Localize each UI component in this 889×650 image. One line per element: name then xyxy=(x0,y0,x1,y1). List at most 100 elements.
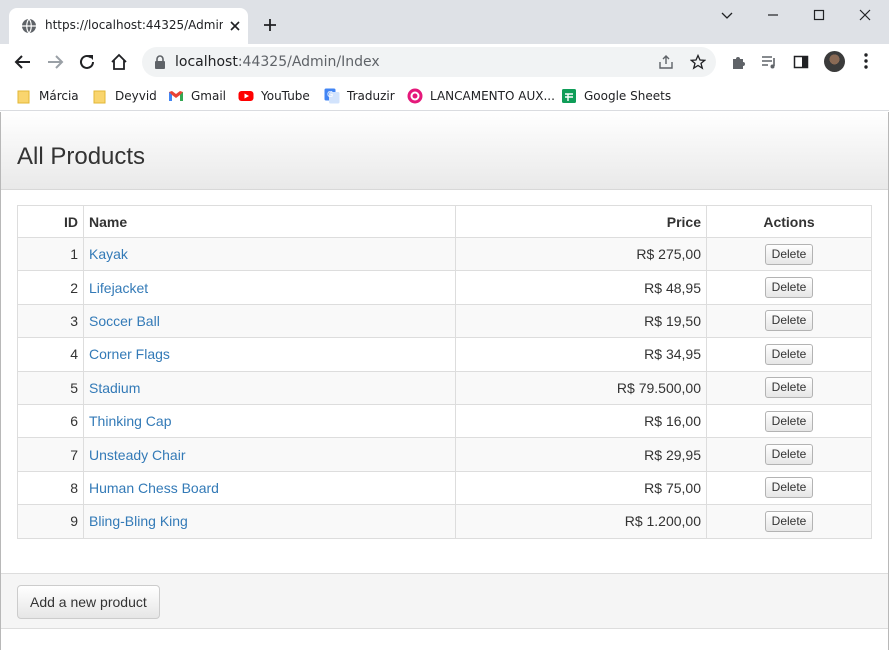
minimize-button[interactable] xyxy=(750,0,796,30)
product-id: 6 xyxy=(17,403,84,439)
product-name-link[interactable]: Kayak xyxy=(89,246,128,262)
bookmark-label: Gmail xyxy=(191,89,227,103)
product-name-link[interactable]: Stadium xyxy=(89,380,140,396)
product-name-link[interactable]: Lifejacket xyxy=(89,280,148,296)
home-icon[interactable] xyxy=(108,51,130,73)
maximize-button[interactable] xyxy=(796,0,842,30)
close-tab-icon[interactable] xyxy=(227,18,243,34)
product-price: R$ 275,00 xyxy=(455,236,707,272)
delete-button[interactable]: Delete xyxy=(764,377,814,399)
window-border xyxy=(0,112,1,650)
bookmark-traduzir[interactable]: G Traduzir xyxy=(324,85,395,107)
bookmark-marcia[interactable]: Márcia xyxy=(16,85,79,107)
product-name-link[interactable]: Thinking Cap xyxy=(89,413,172,429)
header-price: Price xyxy=(455,205,707,238)
bookmark-gmail[interactable]: Gmail xyxy=(168,85,226,107)
product-price: R$ 34,95 xyxy=(455,337,707,372)
bookmark-label: Márcia xyxy=(39,89,79,103)
bookmarks-bar: Márcia Deyvid Gmail YouTube G Traduzir L… xyxy=(0,80,889,111)
profile-avatar[interactable] xyxy=(824,51,845,72)
tab-search-button[interactable] xyxy=(704,0,750,30)
table-header-row: ID Name Price Actions xyxy=(17,205,872,238)
bookmark-label: YouTube xyxy=(261,89,310,103)
header-actions: Actions xyxy=(706,205,872,238)
table-row: 7 Unsteady Chair R$ 29,95 Delete xyxy=(17,437,872,472)
table-row: 2 Lifejacket R$ 48,95 Delete xyxy=(17,270,872,305)
product-id: 9 xyxy=(17,504,84,539)
bookmark-label: LANCAMENTO AUX... xyxy=(430,89,555,103)
sheets-icon xyxy=(562,89,576,103)
folder-icon xyxy=(17,90,30,104)
media-control-icon[interactable] xyxy=(761,54,777,70)
product-price: R$ 19,50 xyxy=(455,303,707,339)
back-icon[interactable] xyxy=(12,51,34,73)
extensions-icon[interactable] xyxy=(730,54,746,70)
bookmark-lancamento[interactable]: LANCAMENTO AUX... xyxy=(407,85,555,107)
product-id: 3 xyxy=(17,303,84,339)
product-name-link[interactable]: Bling-Bling King xyxy=(89,513,188,529)
table-row: 6 Thinking Cap R$ 16,00 Delete xyxy=(17,403,872,439)
translate-icon: G xyxy=(324,88,340,104)
share-icon[interactable] xyxy=(658,54,674,70)
product-id: 4 xyxy=(17,337,84,372)
bookmark-deyvid[interactable]: Deyvid xyxy=(92,85,157,107)
globe-icon xyxy=(22,18,36,34)
more-menu-icon[interactable] xyxy=(864,52,868,70)
bookmark-star-icon[interactable] xyxy=(690,54,706,70)
folder-icon xyxy=(93,90,106,104)
new-tab-icon[interactable] xyxy=(262,17,278,33)
add-product-button[interactable]: Add a new product xyxy=(17,585,160,619)
bookmark-google-sheets[interactable]: Google Sheets xyxy=(561,85,671,107)
lock-icon[interactable] xyxy=(154,55,166,69)
delete-button[interactable]: Delete xyxy=(764,277,814,299)
bookmark-label: Google Sheets xyxy=(584,89,672,103)
reload-icon[interactable] xyxy=(76,51,98,73)
close-window-button[interactable] xyxy=(842,0,888,30)
app-icon xyxy=(407,88,423,104)
address-bar[interactable]: localhost:44325/Admin/Index xyxy=(142,47,716,77)
header-name: Name xyxy=(83,205,456,238)
product-name-link[interactable]: Soccer Ball xyxy=(89,313,160,329)
product-id: 1 xyxy=(17,236,84,272)
forward-icon[interactable] xyxy=(44,51,66,73)
delete-button[interactable]: Delete xyxy=(764,510,814,532)
bookmark-label: Traduzir xyxy=(347,89,395,103)
product-price: R$ 75,00 xyxy=(455,470,707,506)
bookmark-youtube[interactable]: YouTube xyxy=(238,85,310,107)
table-row: 5 Stadium R$ 79.500,00 Delete xyxy=(17,370,872,405)
product-name-link[interactable]: Human Chess Board xyxy=(89,480,219,496)
side-panel-icon[interactable] xyxy=(793,54,809,70)
delete-button[interactable]: Delete xyxy=(764,477,814,499)
url-path: :44325/Admin/Index xyxy=(237,54,380,70)
product-name-link[interactable]: Corner Flags xyxy=(89,346,170,362)
page-header: All Products xyxy=(1,112,888,190)
page-title: All Products xyxy=(17,143,146,170)
close-icon xyxy=(859,9,871,21)
table-row: 1 Kayak R$ 275,00 Delete xyxy=(17,236,872,272)
browser-toolbar: localhost:44325/Admin/Index xyxy=(0,44,889,80)
delete-button[interactable]: Delete xyxy=(764,343,814,365)
table-row: 8 Human Chess Board R$ 75,00 Delete xyxy=(17,470,872,506)
product-id: 8 xyxy=(17,470,84,506)
youtube-icon xyxy=(238,91,254,101)
gmail-icon xyxy=(169,91,183,101)
product-price: R$ 79.500,00 xyxy=(455,370,707,405)
url-text: localhost:44325/Admin/Index xyxy=(175,54,380,70)
product-price: R$ 1.200,00 xyxy=(455,504,707,539)
product-price: R$ 16,00 xyxy=(455,403,707,439)
product-price: R$ 29,95 xyxy=(455,437,707,472)
tab-title: https://localhost:44325/Admin/Index xyxy=(45,18,223,32)
browser-titlebar: https://localhost:44325/Admin/Index xyxy=(0,0,889,44)
bookmark-label: Deyvid xyxy=(115,89,157,103)
product-id: 5 xyxy=(17,370,84,405)
browser-tab[interactable]: https://localhost:44325/Admin/Index xyxy=(9,8,248,44)
product-name-link[interactable]: Unsteady Chair xyxy=(89,447,186,463)
product-id: 7 xyxy=(17,437,84,472)
delete-button[interactable]: Delete xyxy=(764,310,814,332)
delete-button[interactable]: Delete xyxy=(764,243,814,265)
chevron-down-icon xyxy=(721,12,733,19)
delete-button[interactable]: Delete xyxy=(764,410,814,432)
product-price: R$ 48,95 xyxy=(455,270,707,305)
delete-button[interactable]: Delete xyxy=(764,444,814,466)
svg-text:G: G xyxy=(327,90,333,99)
